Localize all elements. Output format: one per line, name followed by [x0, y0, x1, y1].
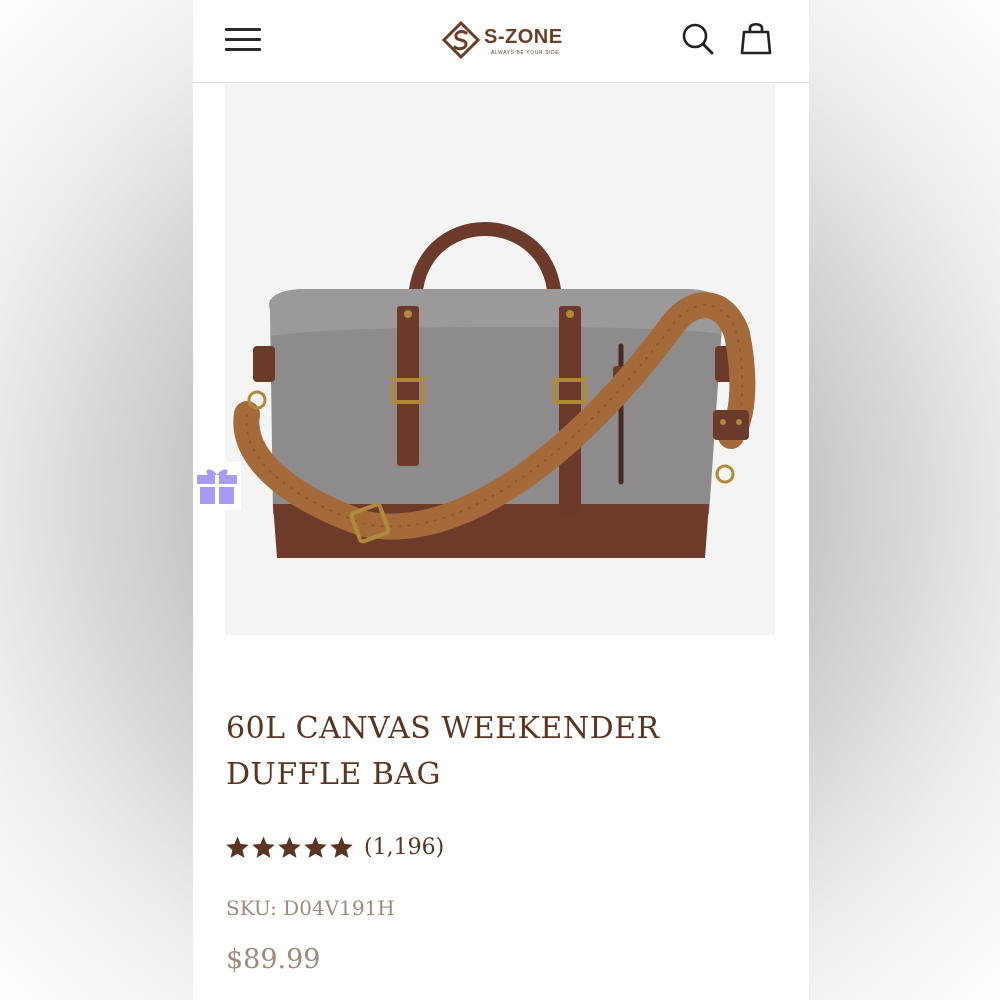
- product-rating[interactable]: (1,196): [225, 830, 444, 864]
- review-count-link[interactable]: (1,196): [364, 835, 444, 860]
- mobile-page: S-ZONE ALWAYS BE YOUR SIDE 60L CANVAS WE…: [193, 0, 809, 1000]
- shopping-bag-icon: [740, 22, 772, 55]
- s-diamond-logo-icon: [441, 20, 481, 60]
- product-title: 60L CANVAS WEEKENDER DUFFLE BAG: [226, 706, 786, 798]
- star-icon: [330, 836, 353, 858]
- search-icon: [682, 23, 714, 55]
- gift-icon: [197, 469, 237, 504]
- logo-tagline: ALWAYS BE YOUR SIDE: [491, 50, 560, 56]
- star-icon: [252, 836, 275, 858]
- site-header: S-ZONE ALWAYS BE YOUR SIDE: [193, 0, 809, 83]
- hamburger-menu-icon: [225, 48, 261, 51]
- cart-button[interactable]: [739, 20, 773, 56]
- rating-stars: [225, 835, 354, 860]
- duffle-bag-illustration: [233, 222, 756, 558]
- site-logo[interactable]: S-ZONE ALWAYS BE YOUR SIDE: [441, 20, 565, 60]
- star-icon: [226, 836, 249, 858]
- gift-button[interactable]: [193, 462, 241, 510]
- product-title-line: DUFFLE BAG: [226, 757, 441, 792]
- hamburger-menu-icon: [225, 28, 261, 31]
- star-icon: [278, 836, 301, 858]
- menu-button[interactable]: [225, 26, 263, 54]
- hamburger-menu-icon: [225, 38, 261, 41]
- product-image[interactable]: [225, 84, 775, 635]
- search-button[interactable]: [681, 22, 715, 56]
- logo-wordmark: S-ZONE: [484, 26, 563, 48]
- product-price: $89.99: [226, 944, 321, 975]
- star-icon: [304, 836, 327, 858]
- product-sku: SKU: D04V191H: [226, 896, 395, 920]
- product-title-line: 60L CANVAS WEEKENDER: [226, 711, 660, 746]
